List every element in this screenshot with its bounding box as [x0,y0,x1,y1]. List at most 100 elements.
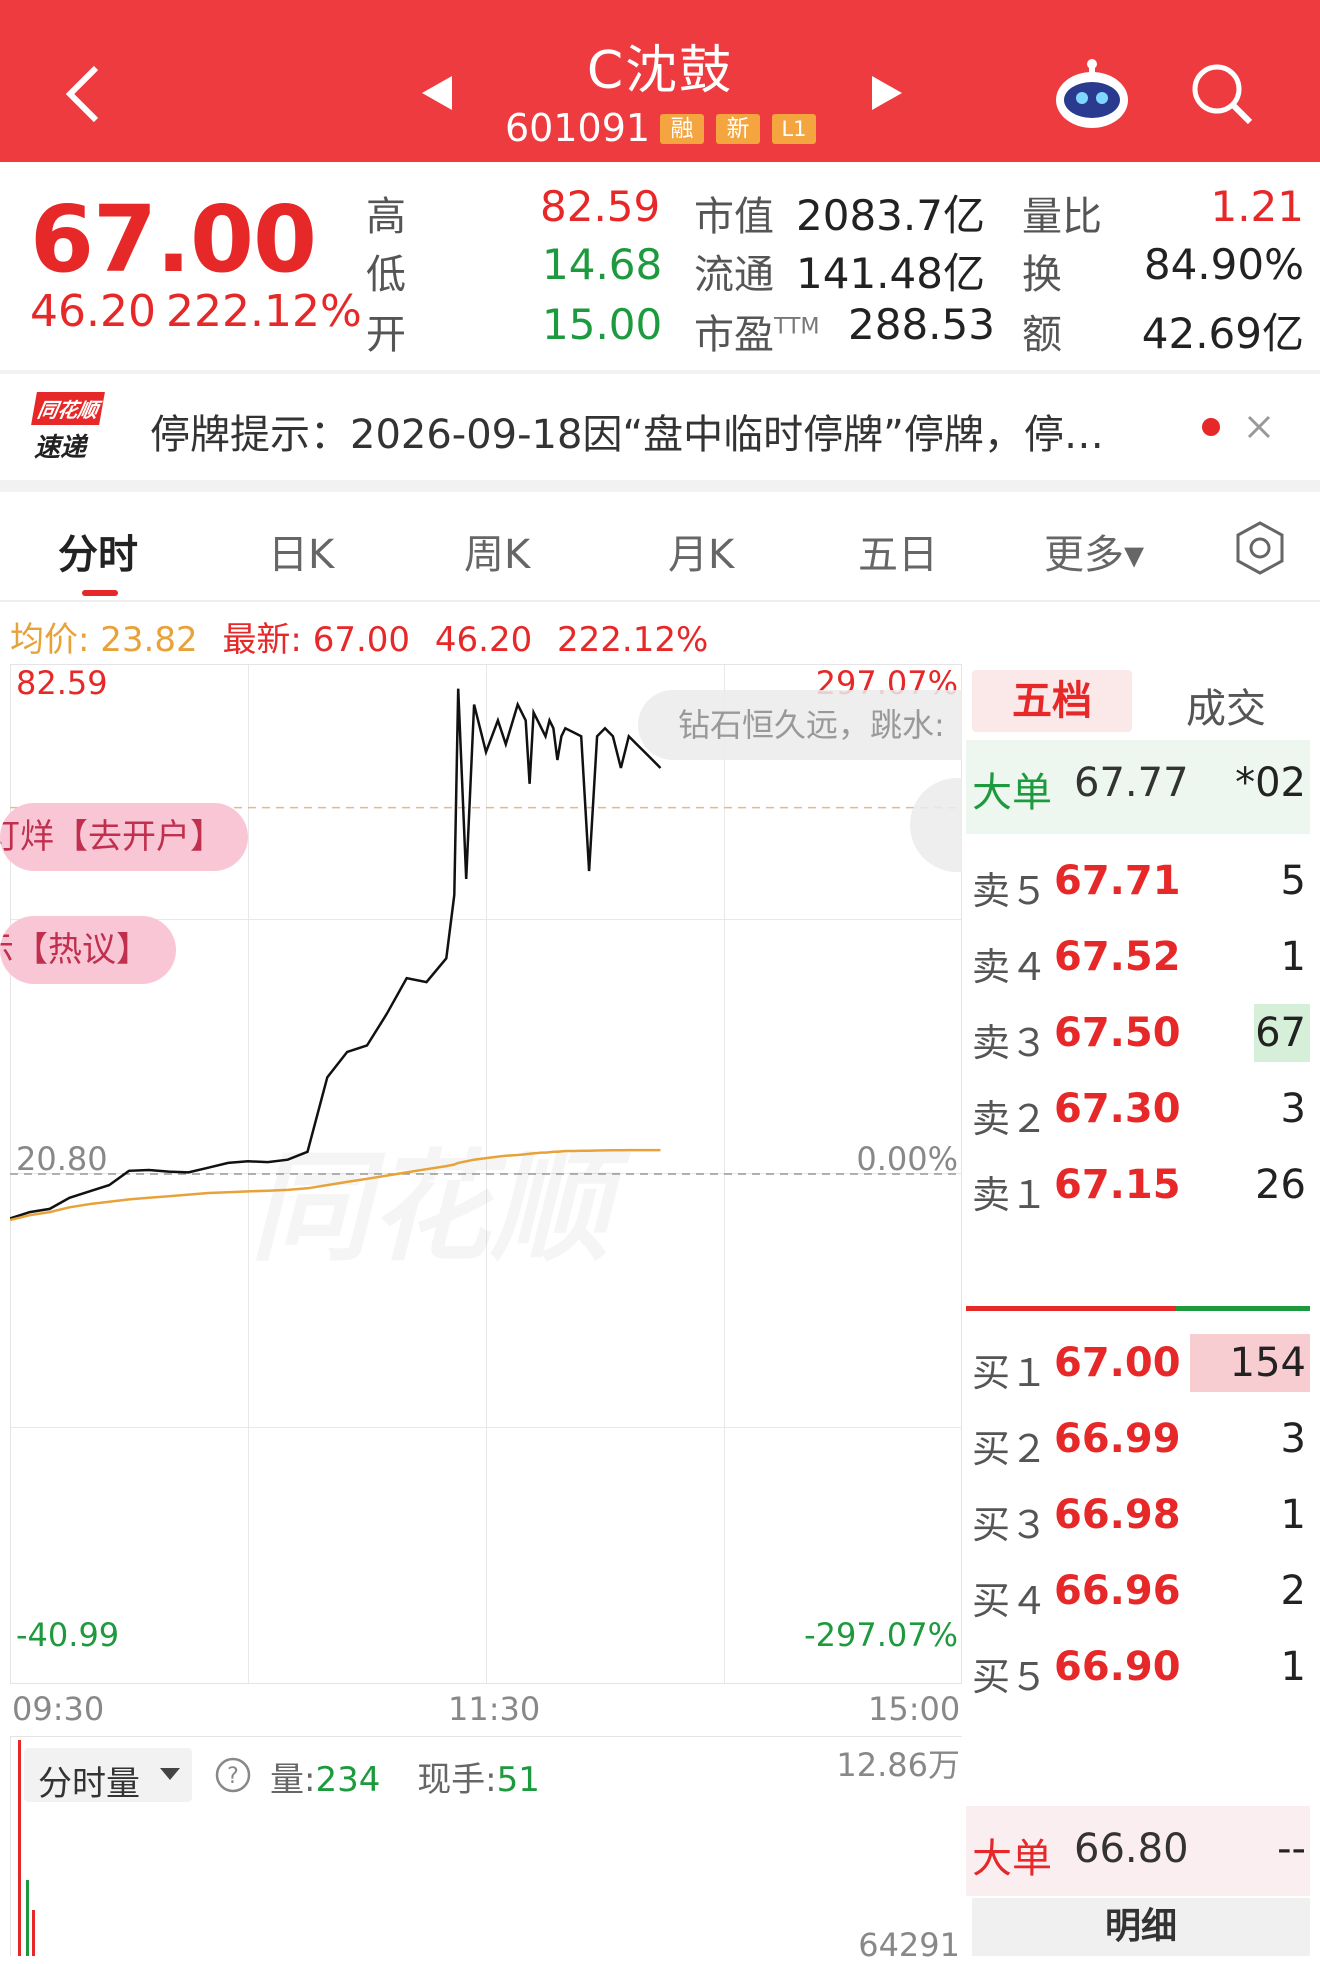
ask-level-2[interactable]: 卖４ 67.52 1 [966,922,1310,998]
vol-ratio-label: 量比 [1022,194,1102,240]
bid-level-1[interactable]: 买１ 67.00 154 [966,1328,1310,1404]
search-icon[interactable] [1190,62,1254,126]
divider [0,600,1320,602]
bid-volume: 3 [1280,1416,1306,1462]
hot-discussion-pill[interactable]: 示【热议】 [0,916,176,984]
float-value: 141.48亿 [796,249,985,298]
turnover-label: 换 [1022,252,1062,298]
vol-ratio-value: 1.21 [1210,182,1304,231]
mktcap-label: 市值 [694,194,774,240]
ask-label: 卖４ [972,945,1049,989]
current-price: 67.00 [30,186,317,293]
bid-label: 买５ [972,1655,1049,1699]
bid-volume: 154 [1229,1340,1306,1386]
pct-axis-bottom: -297.07% [804,1616,958,1654]
amount-label: 额 [1022,312,1062,358]
high-value: 82.59 [540,182,661,231]
detail-button[interactable]: 明细 [972,1898,1310,1956]
ask-level-4[interactable]: 卖２ 67.30 3 [966,1074,1310,1150]
latest-change: 46.20 [434,620,533,660]
latest-label: 最新: [222,620,302,660]
ask-level-3[interactable]: 卖３ 67.50 67 [966,998,1310,1074]
x-tick-start: 09:30 [12,1690,105,1728]
open-account-pill[interactable]: 订烊【去开户】 [0,803,248,871]
x-tick-end: 15:00 [868,1690,961,1728]
bid-volume: 1 [1280,1492,1306,1538]
danmaku-bubble: 钻石恒久远，跳水: [638,690,962,760]
volume-info: 量:234 现手:51 [270,1760,540,1800]
settings-hexagon-icon[interactable] [1232,520,1288,576]
help-icon[interactable]: ? [214,1756,252,1794]
unread-dot [1202,418,1220,436]
bid-price: 66.99 [1054,1416,1181,1462]
ask-price: 67.52 [1054,934,1181,980]
tab-weekly-k[interactable]: 周K [464,522,530,580]
ask-label: 卖１ [972,1173,1049,1217]
tab-daily-k[interactable]: 日K [268,522,334,580]
amount-value: 42.69亿 [1141,309,1304,358]
close-icon[interactable] [1246,414,1272,440]
pct-axis-mid: 0.00% [856,1140,958,1178]
y-axis-mid: 20.80 [16,1140,108,1178]
active-tab-indicator [82,590,118,596]
next-stock-icon[interactable] [870,74,904,112]
tab-monthly-k[interactable]: 月K [668,522,734,580]
bid-label: 买４ [972,1579,1049,1623]
ask-price: 67.50 [1054,1010,1181,1056]
volume-bar [26,1880,29,1956]
latest-value: 67.00 [312,620,411,660]
bid-label: 买１ [972,1351,1049,1395]
open-value: 15.00 [542,300,663,349]
tab-more[interactable]: 更多▾ [1044,522,1144,580]
chart-info-bar: 均价: 23.82 最新: 67.00 46.20 222.12% [10,612,708,661]
ask-price: 67.71 [1054,858,1181,904]
ask-level-5[interactable]: 卖１ 67.15 26 [966,1150,1310,1226]
divider [0,480,1320,492]
bid-label: 买２ [972,1427,1049,1471]
volume-bar [18,1740,21,1956]
bid-ratio-bar [966,1306,1176,1311]
volume-type-select[interactable]: 分时量 [24,1748,192,1804]
ask-volume: 3 [1280,1086,1306,1132]
price-change: 46.20 [30,286,156,337]
ask-label: 卖３ [972,1021,1049,1065]
float-label: 流通 [694,252,774,298]
bid-label: 买３ [972,1503,1049,1547]
y-axis-bottom: -40.99 [16,1616,120,1654]
high-label: 高 [366,194,406,240]
tab-intraday[interactable]: 分时 [58,522,138,580]
pe-label: 市盈TTM [694,312,820,358]
bid-volume: 2 [1280,1568,1306,1614]
tab-five-day[interactable]: 五日 [858,522,938,580]
y-axis-top: 82.59 [16,664,108,702]
bid-price: 66.98 [1054,1492,1181,1538]
ask-ratio-bar [1176,1306,1310,1311]
ask-volume: 1 [1280,934,1306,980]
x-tick-mid: 11:30 [448,1690,541,1728]
margin-tag: 融 [660,114,704,144]
low-value: 14.68 [542,240,663,289]
mktcap-value: 2083.7亿 [796,191,985,240]
avg-value: 23.82 [100,620,198,660]
bid-level-2[interactable]: 买２ 66.99 3 [966,1404,1310,1480]
volume-bar [32,1910,35,1956]
tab-five-levels[interactable]: 五档 [972,670,1132,732]
new-tag: 新 [716,114,760,144]
ask-level-1[interactable]: 卖５ 67.71 5 [966,846,1310,922]
bid-level-5[interactable]: 买５ 66.90 1 [966,1632,1310,1708]
stock-code: 601091 [505,106,651,150]
bid-level-3[interactable]: 买３ 66.98 1 [966,1480,1310,1556]
tab-trades[interactable]: 成交 [1186,676,1266,734]
level-tag: L1 [772,114,816,144]
ask-volume: 5 [1280,858,1306,904]
ask-label: 卖５ [972,869,1049,913]
latest-change-pct: 222.12% [557,620,709,660]
suspension-notice[interactable]: 同花顺 速递 停牌提示：2026-09-18因“盘中临时停牌”停牌，停… [0,374,1320,480]
volume-axis-top: 12.86万 [836,1746,960,1784]
big-buy-row: 大单 66.80 -- [966,1806,1310,1896]
bid-price: 67.00 [1054,1340,1181,1386]
ths-express-logo: 同花顺 速递 [31,392,124,464]
svg-text:?: ? [227,1764,239,1789]
bid-level-4[interactable]: 买４ 66.96 2 [966,1556,1310,1632]
robot-assistant-icon[interactable] [1052,56,1132,132]
